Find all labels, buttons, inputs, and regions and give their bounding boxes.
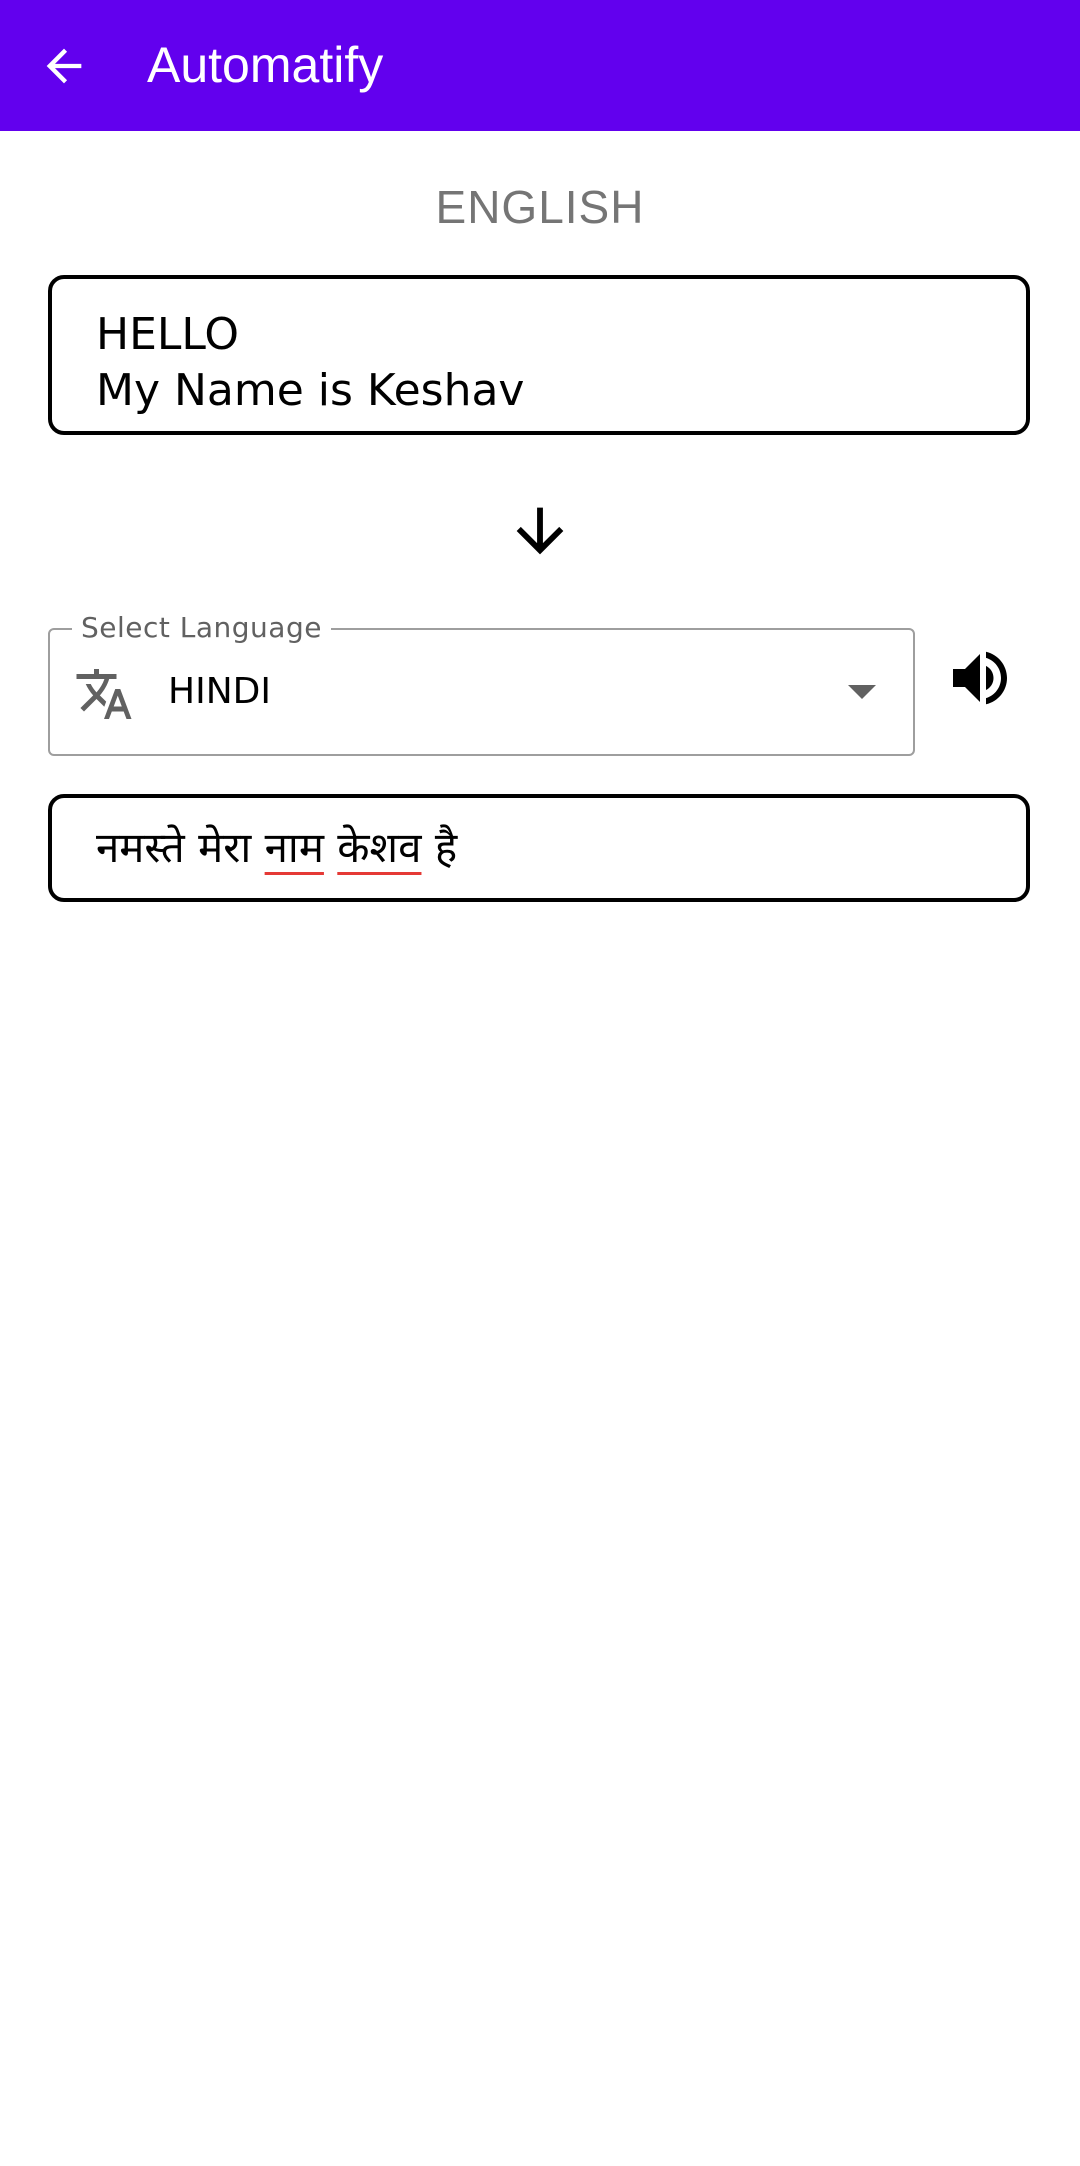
translated-word-misspelled: केशव xyxy=(337,823,422,872)
source-text-line-2: My Name is Keshav xyxy=(96,365,525,416)
selected-language: HINDI xyxy=(168,671,271,712)
dropdown-arrow-icon xyxy=(848,685,876,699)
translated-word: है xyxy=(434,823,458,872)
source-text-input[interactable]: HELLO My Name is Keshav xyxy=(48,275,1030,435)
back-button[interactable] xyxy=(30,32,98,100)
speak-button[interactable] xyxy=(944,642,1016,714)
volume-up-icon xyxy=(953,651,1007,705)
translated-word: मेरा xyxy=(198,823,252,872)
translated-word: नमस्ते xyxy=(96,823,185,872)
translated-word-misspelled: नाम xyxy=(264,823,324,872)
arrow-back-icon xyxy=(46,48,82,84)
arrow-down-icon xyxy=(516,507,564,555)
app-title: Automatify xyxy=(147,37,384,93)
translate-icon xyxy=(76,669,132,719)
app-bar: Automatify xyxy=(0,0,1080,131)
source-language-label: ENGLISH xyxy=(435,181,645,233)
translated-text-output[interactable]: नमस्ते मेरा नाम केशव है xyxy=(48,794,1030,902)
source-text-line-1: HELLO xyxy=(96,309,239,360)
language-select[interactable]: Select Language HINDI xyxy=(48,610,915,756)
